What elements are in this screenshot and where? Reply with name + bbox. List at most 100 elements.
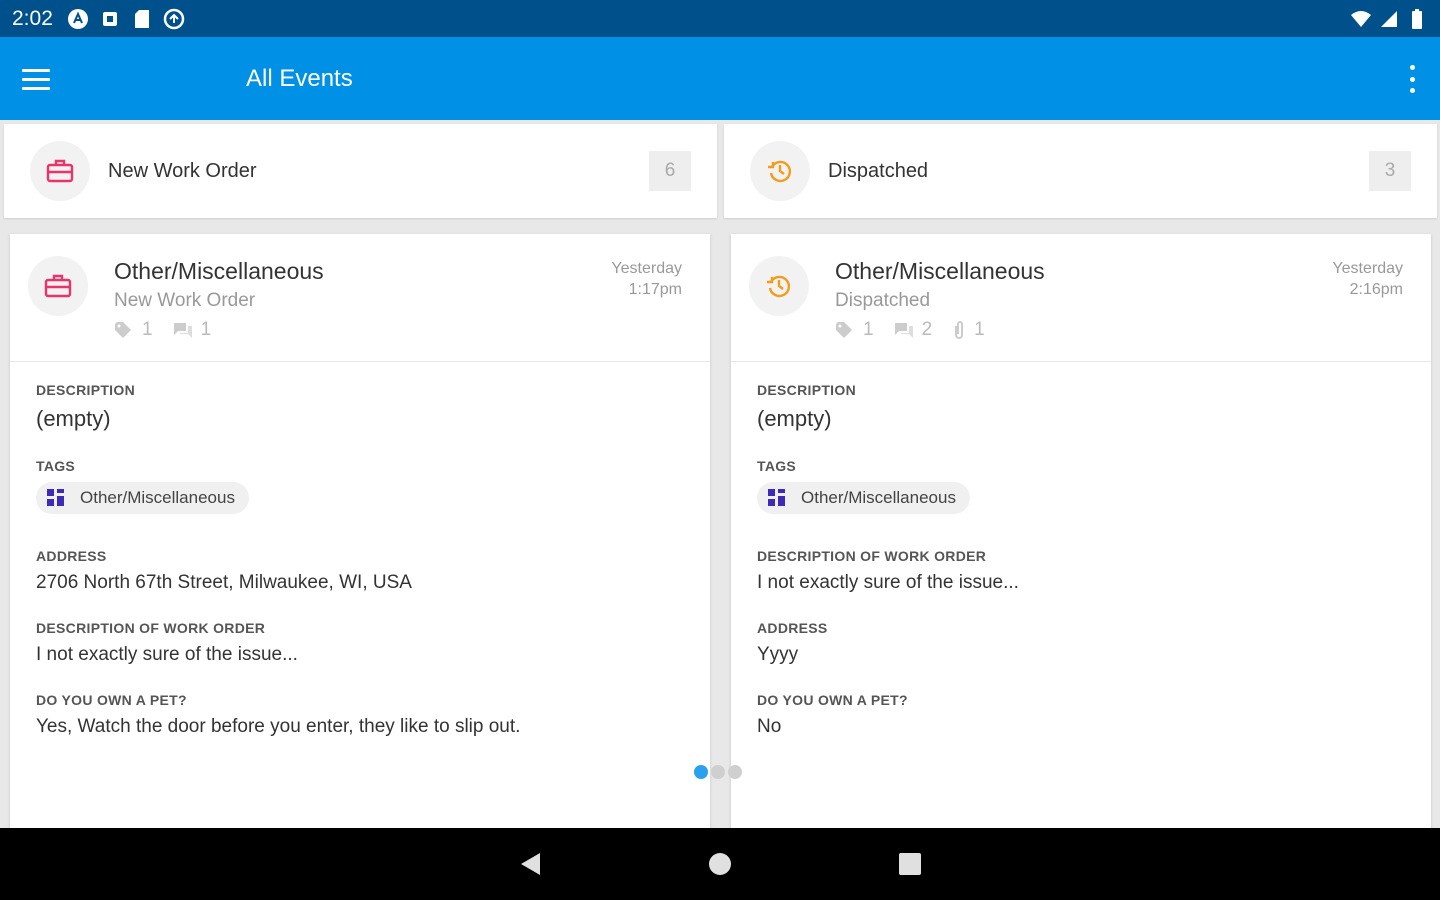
menu-button[interactable] xyxy=(22,62,62,96)
field-pet: DO YOU OWN A PET? Yes, Watch the door be… xyxy=(36,692,684,738)
field-label: DESCRIPTION OF WORK ORDER xyxy=(757,548,987,564)
tag-chip[interactable]: Other/Miscellaneous xyxy=(36,482,249,514)
field-label: DESCRIPTION OF WORK ORDER xyxy=(36,620,266,636)
field-value: (empty) xyxy=(36,406,111,431)
event-timestamp: Yesterday 1:17pm xyxy=(611,260,682,298)
field-address: ADDRESS 2706 North 67th Street, Milwauke… xyxy=(36,548,684,594)
tag-count: 1 xyxy=(114,319,153,341)
field-label: ADDRESS xyxy=(757,620,828,636)
tag-icon xyxy=(768,489,785,506)
briefcase-icon xyxy=(30,141,90,201)
field-pet: DO YOU OWN A PET? No xyxy=(757,692,1405,738)
menu-icon-line xyxy=(22,68,50,72)
attachment-count: 1 xyxy=(952,319,985,341)
event-timestamp: Yesterday 2:16pm xyxy=(1332,260,1403,298)
system-icons xyxy=(1350,8,1428,30)
field-value: Yyyy xyxy=(757,644,799,665)
event-card[interactable]: Other/Miscellaneous New Work Order 1 1 Y… xyxy=(10,234,710,828)
column-header-label: Dispatched xyxy=(828,159,929,182)
comment-icon xyxy=(894,323,913,338)
page-dot[interactable] xyxy=(728,765,742,779)
wifi-icon xyxy=(1350,8,1372,30)
notification-icons xyxy=(67,8,185,30)
page-indicator[interactable] xyxy=(694,765,742,779)
menu-icon-line xyxy=(22,86,50,90)
field-tags: TAGS Other/Miscellaneous xyxy=(757,458,1405,514)
event-title: Other/Miscellaneous xyxy=(835,258,1045,284)
tag-chip-label: Other/Miscellaneous xyxy=(801,488,956,507)
field-description: DESCRIPTION (empty) xyxy=(36,382,684,432)
overflow-dot xyxy=(1409,65,1415,70)
count-badge: 6 xyxy=(649,151,691,191)
navigation-bar xyxy=(0,828,1440,900)
tag-chip[interactable]: Other/Miscellaneous xyxy=(757,482,970,514)
field-label: TAGS xyxy=(36,458,76,474)
comment-count: 2 xyxy=(894,319,932,341)
app-bar: All Events xyxy=(0,37,1440,120)
column-header-new-work-order[interactable]: New Work Order 6 xyxy=(4,124,717,218)
field-label: DO YOU OWN A PET? xyxy=(36,692,187,708)
page-dot[interactable] xyxy=(711,765,725,779)
page-title: All Events xyxy=(246,65,353,92)
comment-count: 1 xyxy=(173,319,211,341)
count-badge: 3 xyxy=(1369,151,1411,191)
home-button[interactable] xyxy=(700,844,740,884)
field-value: Yes, Watch the door before you enter, th… xyxy=(36,716,521,737)
back-icon xyxy=(521,853,540,875)
field-label: TAGS xyxy=(757,458,797,474)
app-notification-icon xyxy=(67,8,89,30)
column-header-label: New Work Order xyxy=(108,159,257,182)
sync-notification-icon xyxy=(163,8,185,30)
history-clock-icon xyxy=(750,141,810,201)
event-status: Dispatched xyxy=(835,290,931,311)
briefcase-icon xyxy=(28,256,88,316)
recents-icon xyxy=(899,853,921,875)
sd-card-icon xyxy=(131,8,153,30)
field-label: DESCRIPTION xyxy=(36,382,135,398)
event-meta: 1 1 xyxy=(114,319,211,341)
event-card-header[interactable]: Other/Miscellaneous New Work Order 1 1 Y… xyxy=(10,234,710,362)
field-work-order-description: DESCRIPTION OF WORK ORDER I not exactly … xyxy=(757,548,1405,594)
cell-signal-icon xyxy=(1378,8,1400,30)
comment-icon xyxy=(173,323,192,338)
overflow-menu-button[interactable] xyxy=(1404,65,1420,93)
tag-icon xyxy=(836,322,852,338)
event-card-header[interactable]: Other/Miscellaneous Dispatched 1 2 1 Yes… xyxy=(731,234,1431,362)
overflow-dot xyxy=(1409,76,1415,82)
event-meta: 1 2 1 xyxy=(835,319,985,341)
photo-notification-icon xyxy=(99,8,121,30)
event-card[interactable]: Other/Miscellaneous Dispatched 1 2 1 Yes… xyxy=(731,234,1431,828)
back-button[interactable] xyxy=(510,844,550,884)
board-content[interactable]: New Work Order 6 Dispatched 3 Other/Misc… xyxy=(0,120,1440,828)
field-address: ADDRESS Yyyy xyxy=(757,620,1405,666)
event-card-body: DESCRIPTION (empty) TAGS Other/Miscellan… xyxy=(731,362,1431,784)
menu-icon-line xyxy=(22,77,50,81)
event-card-body: DESCRIPTION (empty) TAGS Other/Miscellan… xyxy=(10,362,710,784)
field-value: (empty) xyxy=(757,406,832,431)
home-icon xyxy=(709,853,731,875)
status-time: 2:02 xyxy=(12,6,53,30)
field-value: 2706 North 67th Street, Milwaukee, WI, U… xyxy=(36,572,412,593)
field-label: ADDRESS xyxy=(36,548,107,564)
tag-chip-label: Other/Miscellaneous xyxy=(80,488,235,507)
overflow-dot xyxy=(1409,88,1415,93)
field-value: No xyxy=(757,716,782,737)
attachment-icon xyxy=(955,321,964,339)
field-label: DESCRIPTION xyxy=(757,382,856,398)
recents-button[interactable] xyxy=(890,844,930,884)
event-title: Other/Miscellaneous xyxy=(114,258,324,284)
field-value: I not exactly sure of the issue... xyxy=(36,644,298,665)
field-tags: TAGS Other/Miscellaneous xyxy=(36,458,684,514)
battery-icon xyxy=(1406,8,1428,30)
tag-icon xyxy=(47,489,64,506)
field-description: DESCRIPTION (empty) xyxy=(757,382,1405,432)
column-header-dispatched[interactable]: Dispatched 3 xyxy=(724,124,1437,218)
tag-count: 1 xyxy=(835,319,874,341)
field-label: DO YOU OWN A PET? xyxy=(757,692,908,708)
tag-icon xyxy=(115,322,131,338)
field-value: I not exactly sure of the issue... xyxy=(757,572,1019,593)
event-status: New Work Order xyxy=(114,290,256,311)
page-dot-active[interactable] xyxy=(694,765,708,779)
status-bar: 2:02 xyxy=(0,0,1440,37)
history-clock-icon xyxy=(749,256,809,316)
